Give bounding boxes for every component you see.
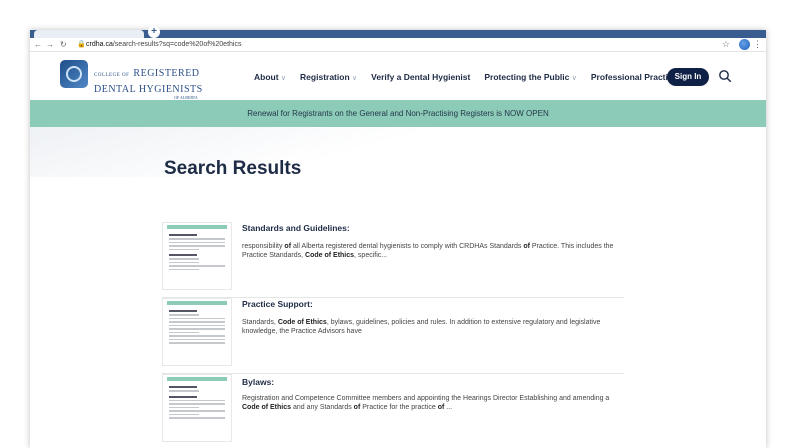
desc-highlight: of <box>523 243 530 250</box>
desc-text: all Alberta registered dental hygienists… <box>291 243 524 250</box>
result-title[interactable]: Standards and Guidelines: <box>242 223 350 233</box>
more-menu-icon[interactable]: ⋮ <box>753 39 762 50</box>
logo-small-text: COLLEGE OF <box>94 73 130 78</box>
renewal-banner[interactable]: Renewal for Registrants on the General a… <box>30 100 766 127</box>
hero-background <box>30 127 766 177</box>
result-thumbnail[interactable] <box>162 374 232 442</box>
reload-icon[interactable]: ↻ <box>60 40 67 49</box>
nav-label: Registration <box>300 72 350 82</box>
new-tab-icon[interactable]: + <box>148 26 160 38</box>
site-header: COLLEGE OF REGISTERED DENTAL HYGIENISTS … <box>30 52 766 100</box>
desc-text: Standards, <box>242 319 278 326</box>
desc-highlight: Code of Ethics <box>242 404 292 412</box>
result-thumbnail[interactable] <box>162 298 232 366</box>
search-result[interactable]: Bylaws: Registration and Competence Comm… <box>162 374 624 448</box>
nav-item-about[interactable]: About ∨ <box>254 72 286 82</box>
chevron-down-icon: ∨ <box>571 75 577 82</box>
desc-text: ... <box>444 404 453 412</box>
url-domain: crdha.ca <box>86 41 113 48</box>
nav-label: Professional Practice <box>590 72 678 82</box>
nav-item-registration[interactable]: Registration ∨ <box>300 72 357 82</box>
url-text[interactable]: crdha.ca/search-results?sq=code%20of%20e… <box>86 41 241 48</box>
chevron-down-icon: ∨ <box>352 75 358 82</box>
desc-highlight: Code of Ethics <box>305 252 355 260</box>
desc-text: Practice for the practice <box>360 404 438 412</box>
url-path: /search-results?sq=code%20of%20ethics <box>112 41 242 48</box>
nav-item-verify[interactable]: Verify a Dental Hygienist <box>371 72 470 82</box>
browser-tab-strip: + <box>30 26 766 38</box>
chevron-down-icon: ∨ <box>280 75 287 82</box>
address-bar: ← → ↻ 🔒 crdha.ca/search-results?sq=code%… <box>30 38 766 52</box>
site-logo-text[interactable]: COLLEGE OF REGISTERED DENTAL HYGIENISTS … <box>94 64 203 100</box>
browser-tab[interactable] <box>34 30 144 38</box>
nav-label: Protecting the Public <box>484 72 570 82</box>
back-icon[interactable]: ← <box>34 40 42 49</box>
page-title: Search Results <box>164 158 302 179</box>
desc-text: Registration and Competence Committee me… <box>242 395 610 402</box>
lock-icon[interactable]: 🔒 <box>77 40 86 48</box>
search-result[interactable]: Standards and Guidelines: responsibility… <box>162 222 624 298</box>
search-icon[interactable] <box>718 69 732 83</box>
nav-label: Verify a Dental Hygienist <box>371 72 471 82</box>
logo-dental-text: DENTAL HYGIENISTS <box>94 84 203 95</box>
forward-icon[interactable]: → <box>46 40 54 49</box>
nav-label: About <box>254 72 279 82</box>
result-description: Registration and Competence Committee me… <box>242 394 622 413</box>
bookmark-star-icon[interactable]: ☆ <box>722 39 730 50</box>
nav-item-protecting-public[interactable]: Protecting the Public ∨ <box>484 72 577 82</box>
search-result[interactable]: Practice Support: Standards, Code of Eth… <box>162 298 624 374</box>
main-nav: About ∨ Registration ∨ Verify a Dental H… <box>254 72 685 82</box>
desc-text: , specific... <box>354 252 388 260</box>
result-description: responsibility of all Alberta registered… <box>242 242 622 261</box>
result-thumbnail[interactable] <box>162 222 232 290</box>
result-title[interactable]: Practice Support: <box>242 299 313 309</box>
result-title[interactable]: Bylaws: <box>242 377 274 387</box>
extension-icon[interactable] <box>739 39 750 50</box>
result-description: Standards, Code of Ethics, bylaws, guide… <box>242 318 622 337</box>
desc-highlight: Code of Ethics <box>277 319 327 326</box>
logo-icon[interactable] <box>60 60 88 88</box>
desc-text: and any Standards <box>291 404 354 412</box>
logo-registered-text: REGISTERED <box>133 68 200 79</box>
desc-text: responsibility <box>242 243 285 250</box>
sign-in-button[interactable]: Sign In <box>667 68 709 86</box>
